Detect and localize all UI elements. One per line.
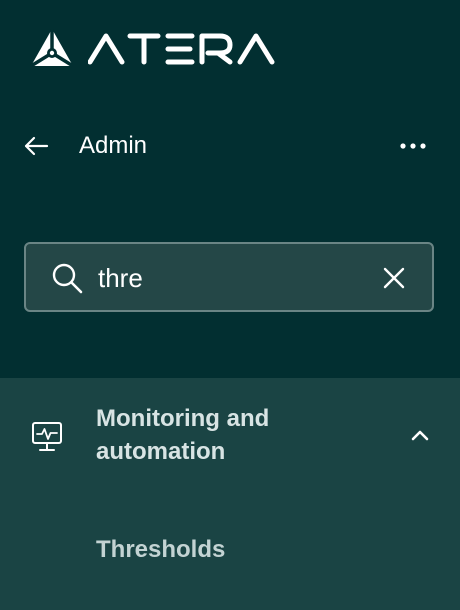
section-header-monitoring-and-automation[interactable]: Monitoring and automation	[0, 378, 460, 496]
admin-topbar: Admin	[0, 118, 460, 174]
chevron-up-icon	[411, 430, 429, 441]
search-icon	[52, 263, 83, 294]
clear-search-button[interactable]	[380, 264, 408, 292]
monitor-pulse-icon	[32, 422, 62, 451]
atera-wordmark	[88, 33, 275, 65]
nav-section-monitoring: Monitoring and automation Thresholds	[0, 378, 460, 610]
nav-item-thresholds[interactable]: Thresholds	[96, 536, 225, 564]
search-input[interactable]	[98, 258, 368, 298]
ellipsis-icon	[400, 143, 426, 149]
section-title: Monitoring and automation	[96, 405, 270, 465]
more-options-button[interactable]	[396, 130, 430, 162]
atera-logo[interactable]	[30, 28, 284, 68]
arrow-left-icon	[24, 136, 49, 156]
atera-triangle-logo-icon	[30, 29, 74, 68]
page-title: Admin	[79, 132, 148, 159]
close-icon	[383, 267, 405, 289]
search-box	[24, 242, 434, 312]
admin-sidebar: Admin Monitoring and	[0, 0, 460, 610]
back-button[interactable]	[20, 130, 52, 162]
